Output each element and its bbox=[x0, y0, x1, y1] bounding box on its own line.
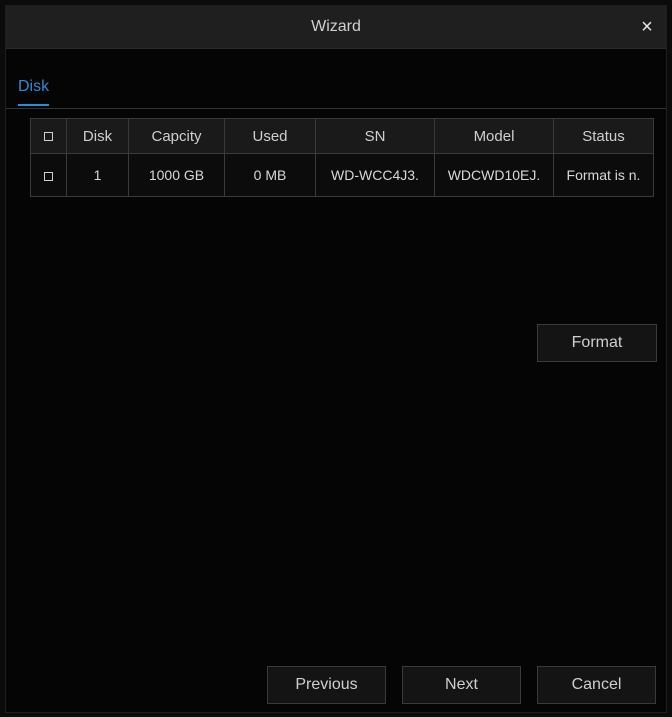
column-header-model: Model bbox=[434, 118, 554, 154]
dialog-title: Wizard bbox=[311, 18, 361, 35]
cancel-button[interactable]: Cancel bbox=[537, 666, 656, 704]
column-header-capacity: Capcity bbox=[128, 118, 225, 154]
tab-bar: Disk bbox=[6, 68, 666, 109]
cell-disk: 1 bbox=[66, 153, 129, 197]
select-all-checkbox[interactable] bbox=[44, 132, 53, 142]
table-row[interactable]: 1 1000 GB 0 MB WD-WCC4J3. WDCWD10EJ. For… bbox=[30, 153, 654, 197]
close-icon[interactable]: × bbox=[636, 16, 658, 38]
column-header-status: Status bbox=[553, 118, 654, 154]
row-checkbox[interactable] bbox=[44, 171, 53, 181]
wizard-dialog: Wizard × Disk Disk Capcity Used SN Model… bbox=[6, 6, 666, 712]
row-select-cell[interactable] bbox=[30, 153, 67, 197]
cell-used: 0 MB bbox=[224, 153, 316, 197]
disk-table: Disk Capcity Used SN Model Status 1 1000… bbox=[30, 118, 654, 197]
next-button[interactable]: Next bbox=[402, 666, 521, 704]
cell-capacity: 1000 GB bbox=[128, 153, 225, 197]
column-header-sn: SN bbox=[315, 118, 435, 154]
cell-model: WDCWD10EJ. bbox=[434, 153, 554, 197]
cell-status: Format is n. bbox=[553, 153, 654, 197]
title-bar: Wizard × bbox=[6, 6, 666, 49]
previous-button[interactable]: Previous bbox=[267, 666, 386, 704]
column-header-used: Used bbox=[224, 118, 316, 154]
tab-disk[interactable]: Disk bbox=[18, 78, 50, 106]
table-header-row: Disk Capcity Used SN Model Status bbox=[30, 118, 654, 154]
column-header-disk: Disk bbox=[66, 118, 129, 154]
cell-sn: WD-WCC4J3. bbox=[315, 153, 435, 197]
format-button[interactable]: Format bbox=[537, 324, 657, 362]
select-all-header[interactable] bbox=[30, 118, 67, 154]
